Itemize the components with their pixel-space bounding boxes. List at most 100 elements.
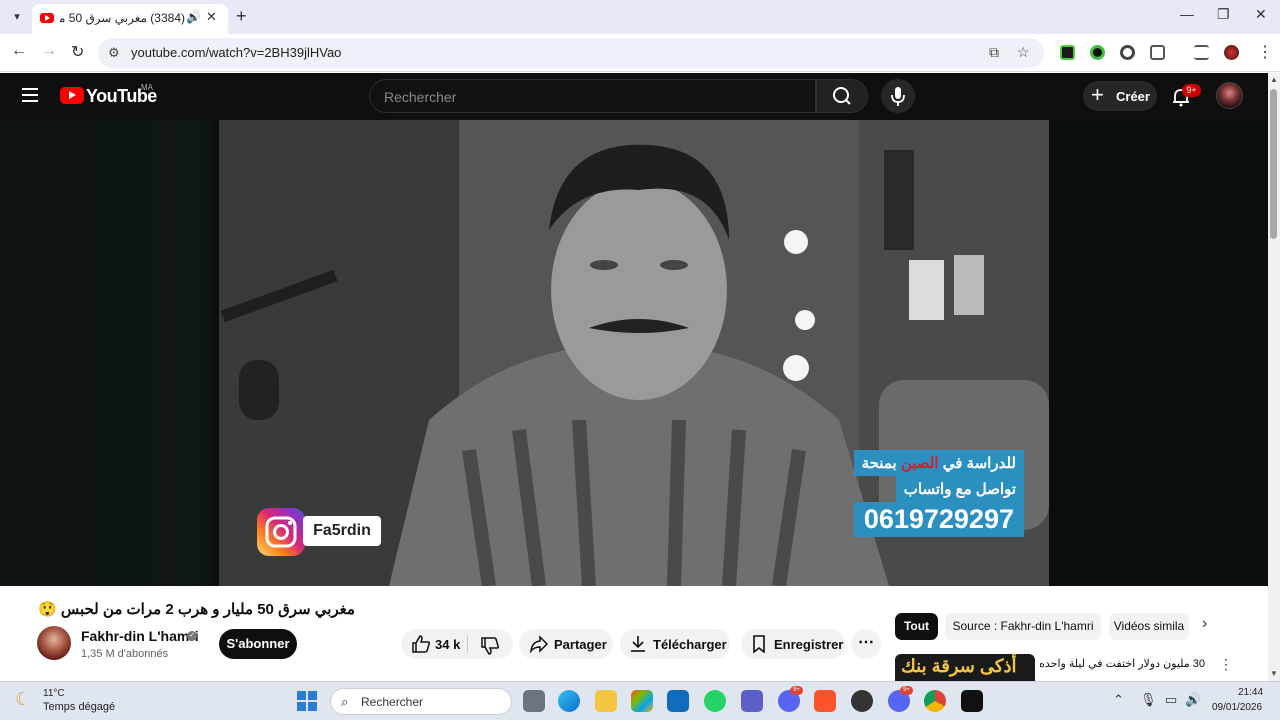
windows-start-icon[interactable] xyxy=(297,691,317,711)
voice-search-button[interactable] xyxy=(881,79,915,113)
channel-avatar[interactable] xyxy=(37,626,71,660)
whatsapp-icon[interactable] xyxy=(704,690,726,712)
outlook-icon[interactable] xyxy=(667,690,689,712)
save-button[interactable]: Enregistrer xyxy=(741,629,845,659)
brave-icon[interactable] xyxy=(814,690,836,712)
video-frame[interactable]: Fa5rdin للدراسة في الصين بمنحة تواصل مع … xyxy=(219,120,1049,586)
chip-source[interactable]: Source : Fakhr-din L'hamri xyxy=(945,613,1101,640)
search-button[interactable] xyxy=(816,79,868,113)
instagram-handle: Fa5rdin xyxy=(303,516,381,546)
account-avatar[interactable] xyxy=(1216,82,1243,109)
epic-games-icon[interactable] xyxy=(961,690,983,712)
microphone-icon xyxy=(891,87,905,106)
taskbar-search-input[interactable]: ⌕ Rechercher xyxy=(330,688,512,715)
search-input[interactable]: Rechercher xyxy=(369,79,816,113)
edge-icon[interactable] xyxy=(558,690,580,712)
hamburger-menu-icon[interactable] xyxy=(22,88,38,102)
maximize-icon[interactable]: ❐ xyxy=(1217,6,1230,23)
notification-badge: 9+ xyxy=(1182,84,1201,97)
store-icon[interactable] xyxy=(631,690,653,712)
browser-tab-youtube[interactable]: (3384) مغربي سرق 50 مليار و 🔊 ✕ xyxy=(32,4,228,34)
bookmark-star-icon[interactable]: ☆ xyxy=(1017,44,1030,61)
tray-overflow-icon[interactable]: ⌃ xyxy=(1113,692,1124,708)
video-player[interactable]: Fa5rdin للدراسة في الصين بمنحة تواصل مع … xyxy=(0,120,1268,586)
like-count[interactable]: 34 k xyxy=(435,637,460,652)
extension-circle-icon[interactable] xyxy=(1120,45,1135,60)
recommendation-title[interactable]: 30 مليون دولار اختفت في ليلة واحده - لغز xyxy=(1040,657,1205,670)
scroll-up-icon[interactable]: ▲ xyxy=(1270,75,1278,84)
share-label: Partager xyxy=(554,637,607,652)
taskbar-search-placeholder: Rechercher xyxy=(361,695,424,709)
chevron-right-icon[interactable]: › xyxy=(1202,615,1207,633)
promo-line-1: للدراسة في الصين بمنحة xyxy=(853,450,1024,476)
minimize-icon[interactable]: — xyxy=(1180,6,1194,22)
browser-menu-icon[interactable]: ⋮ xyxy=(1257,42,1273,62)
reload-icon[interactable]: ↻ xyxy=(71,42,84,62)
more-actions-icon[interactable]: ⋯ xyxy=(851,629,881,659)
verified-check-icon: ✓ xyxy=(187,631,197,641)
site-info-icon[interactable]: ⚙ xyxy=(108,45,120,61)
teams-icon[interactable] xyxy=(741,690,763,712)
forward-icon[interactable]: → xyxy=(41,42,57,60)
subscriber-count: 1,35 M d'abonnés xyxy=(81,648,169,660)
recommendation-more-icon[interactable]: ⋮ xyxy=(1219,656,1233,673)
bookmark-icon xyxy=(753,635,765,653)
extensions-puzzle-icon[interactable] xyxy=(1150,45,1165,60)
clock-time[interactable]: 21:44 xyxy=(1238,687,1263,698)
download-label: Télécharger xyxy=(653,637,727,652)
video-title: مغربي سرق 50 مليار و هرب 2 مرات من لحبس … xyxy=(38,601,355,618)
back-icon[interactable]: ← xyxy=(11,42,27,60)
scroll-thumb[interactable] xyxy=(1270,89,1277,239)
file-explorer-icon[interactable] xyxy=(595,690,617,712)
obs-icon[interactable] xyxy=(851,690,873,712)
youtube-favicon-icon xyxy=(40,13,54,23)
create-button[interactable]: + Créer xyxy=(1083,81,1157,111)
install-app-icon[interactable]: ⧉ xyxy=(989,44,999,61)
chip-all[interactable]: Tout xyxy=(895,613,938,640)
thumbs-down-icon[interactable] xyxy=(480,637,500,655)
browser-toolbar: ← → ↻ ⚙ youtube.com/watch?v=2BH39jlHVao … xyxy=(0,34,1280,72)
instagram-icon xyxy=(257,508,305,556)
tab-title: (3384) مغربي سرق 50 مليار و xyxy=(60,11,185,25)
youtube-logo-icon[interactable] xyxy=(60,87,84,104)
clock-date[interactable]: 09/01/2026 xyxy=(1212,702,1262,713)
share-button[interactable]: Partager xyxy=(519,629,613,659)
promo-line-2: تواصل مع واتساب xyxy=(895,476,1024,502)
extension-k-icon[interactable] xyxy=(1060,45,1075,60)
download-button[interactable]: Télécharger xyxy=(620,629,730,659)
media-control-icon[interactable] xyxy=(1194,45,1209,60)
profile-avatar-icon[interactable] xyxy=(1224,45,1239,60)
close-tab-icon[interactable]: ✕ xyxy=(206,9,217,25)
page-scrollbar[interactable]: ▲ ▼ xyxy=(1268,73,1280,681)
microphone-tray-icon[interactable]: 🎙 xyxy=(1140,692,1157,708)
extension-green-icon[interactable] xyxy=(1090,45,1105,60)
new-tab-icon[interactable]: + xyxy=(236,6,247,27)
thumbnail-text: أذكى سرقة بنك xyxy=(901,656,1017,676)
window-close-icon[interactable]: ✕ xyxy=(1255,6,1267,23)
like-dislike-group: 34 k xyxy=(401,629,513,659)
subscribe-button[interactable]: S'abonner xyxy=(219,629,297,659)
chrome-icon[interactable] xyxy=(924,690,946,712)
search-placeholder: Rechercher xyxy=(384,89,457,105)
youtube-header: YouTube MA Rechercher + Créer 9+ xyxy=(0,73,1268,120)
discord-badge: 9+ xyxy=(790,686,803,695)
weather-temperature[interactable]: 11°C xyxy=(43,688,65,699)
recommendation-thumbnail[interactable]: أذكى سرقة بنك xyxy=(895,654,1035,681)
volume-icon[interactable]: 🔊 xyxy=(1185,692,1201,708)
tab-search-chevron-icon[interactable]: ▾ xyxy=(6,7,28,27)
network-icon[interactable]: ▭ xyxy=(1165,692,1177,708)
channel-name[interactable]: Fakhr-din L'hamri xyxy=(81,628,199,644)
weather-description[interactable]: Temps dégagé xyxy=(43,701,115,713)
address-bar[interactable]: ⚙ youtube.com/watch?v=2BH39jlHVao ⧉ ☆ xyxy=(98,38,1044,68)
promo-overlay: للدراسة في الصين بمنحة تواصل مع واتساب 0… xyxy=(844,450,1024,537)
discord-secondary-badge: 9+ xyxy=(900,686,913,695)
taskbar: ☾ 11°C Temps dégagé ⌕ Rechercher 9+ 9+ ⌃… xyxy=(0,681,1280,720)
chip-similar-videos[interactable]: Vidéos simila xyxy=(1109,613,1189,640)
moon-weather-icon[interactable]: ☾ xyxy=(15,689,31,710)
speaker-icon[interactable]: 🔊 xyxy=(186,10,201,24)
thumbs-up-icon[interactable] xyxy=(411,635,431,653)
scroll-down-icon[interactable]: ▼ xyxy=(1270,669,1278,678)
browser-tabstrip: ▾ (3384) مغربي سرق 50 مليار و 🔊 ✕ + — ❐ … xyxy=(0,0,1280,34)
url-text: youtube.com/watch?v=2BH39jlHVao xyxy=(131,45,342,60)
task-view-icon[interactable] xyxy=(523,690,545,712)
